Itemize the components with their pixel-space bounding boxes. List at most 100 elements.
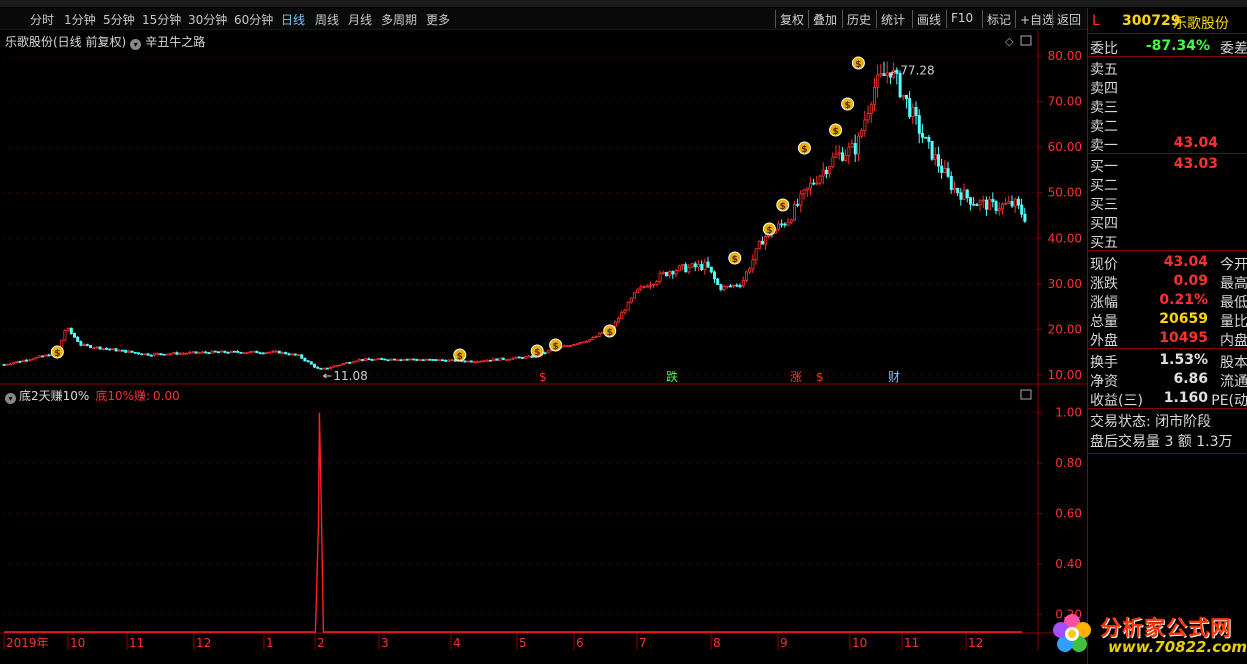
candle-body <box>863 119 867 131</box>
bid-row-2: 买三 <box>1088 193 1247 213</box>
candle-body <box>396 359 400 362</box>
candle-body <box>933 154 937 160</box>
candle-body <box>847 146 851 157</box>
candle-body <box>748 268 752 273</box>
candle-body <box>668 271 672 277</box>
candle-body <box>386 359 390 362</box>
stat-label: 现价 <box>1090 257 1118 273</box>
candle-body <box>569 345 573 347</box>
candle-body <box>793 203 797 221</box>
candle-body <box>818 175 822 184</box>
money-bag-symbol: $ <box>832 127 838 137</box>
candle-body <box>197 352 201 354</box>
candle-body <box>245 352 249 354</box>
candle-body <box>114 348 118 352</box>
ask-row-2: 卖三 <box>1088 96 1247 116</box>
x-tick-label: 3 <box>381 636 389 650</box>
candle-body <box>575 343 579 346</box>
ask-label: 卖一 <box>1090 138 1118 154</box>
candle-body <box>572 344 576 346</box>
candle-body <box>850 143 854 148</box>
x-tick-label: 10 <box>70 636 85 650</box>
candle-body <box>703 261 707 271</box>
stat2-row-1: 净资 6.86 流通 <box>1088 370 1247 390</box>
candle-body <box>988 199 992 210</box>
candle-body <box>857 135 861 155</box>
candle-body <box>252 350 256 353</box>
candle-body <box>601 331 605 334</box>
candle-body <box>825 169 829 175</box>
x-tick-label: 2 <box>317 636 325 650</box>
candle-body <box>98 346 102 350</box>
bid-row-1: 买二 <box>1088 174 1247 194</box>
maximize-icon <box>1020 35 1032 46</box>
candle-body <box>261 352 265 355</box>
candle-body <box>828 166 832 175</box>
candle-body <box>248 351 252 353</box>
candle-body <box>200 351 204 354</box>
candle-body <box>735 284 739 287</box>
ask-price: 43.04 <box>1173 135 1218 151</box>
candle-body <box>495 358 499 361</box>
y-tick-label: 70.00 <box>1048 95 1082 109</box>
x-tick-label: 10 <box>852 636 867 650</box>
candle-body <box>399 359 403 362</box>
stat2-label2: 流通 <box>1220 374 1247 390</box>
candle-body <box>1023 213 1027 222</box>
candle-body <box>274 350 278 353</box>
candle-body <box>738 285 742 288</box>
candle-body <box>687 266 691 273</box>
formula-name: 辛丑牛之路 <box>145 35 206 49</box>
candle-body <box>981 199 985 202</box>
candle-body <box>332 365 336 368</box>
chevron-down-icon[interactable]: ▾ <box>5 393 16 404</box>
indicator-value-label: 底10%赚: <box>95 389 151 403</box>
candle-body <box>924 136 928 139</box>
candle-body <box>649 284 653 287</box>
candle-body <box>357 359 361 362</box>
candle-body <box>914 107 918 117</box>
candle-body <box>879 73 883 76</box>
candle-body <box>2 364 6 366</box>
signal-marker: 涨 <box>790 369 802 384</box>
bid-label: 买一 <box>1090 159 1118 175</box>
candle-body <box>204 351 208 354</box>
candle-body <box>168 353 172 356</box>
signal-marker: 财 <box>888 370 900 384</box>
chevron-down-icon[interactable]: ▾ <box>130 39 142 50</box>
ask-label: 卖三 <box>1090 100 1118 116</box>
low-arrow-icon <box>323 373 332 379</box>
candle-body <box>674 270 678 275</box>
candle-body <box>799 193 803 206</box>
panel-divider <box>1088 250 1247 251</box>
candle-body <box>741 280 745 287</box>
stat-label2: 量比 <box>1220 314 1247 330</box>
candle-body <box>761 240 765 245</box>
candle-body <box>783 223 787 226</box>
x-tick-label: 4 <box>453 636 461 650</box>
candle-body <box>841 152 845 161</box>
candle-body <box>146 353 150 356</box>
candle-body <box>745 271 749 281</box>
candle-body <box>530 355 534 358</box>
candle-body <box>389 358 393 361</box>
candle-body <box>655 281 659 285</box>
low-price-label: 11.08 <box>333 369 367 383</box>
candle-body <box>997 208 1001 211</box>
candle-body <box>431 359 435 361</box>
candle-body <box>719 284 723 291</box>
money-bag-symbol: $ <box>844 101 850 111</box>
y-tick-label: 80.00 <box>1048 49 1082 63</box>
candle-body <box>882 73 886 76</box>
candle-body <box>498 357 502 361</box>
candle-body <box>76 336 80 342</box>
candle-body <box>681 264 685 267</box>
stock-code: 300729 <box>1122 13 1181 29</box>
candle-body <box>844 155 848 161</box>
candle-body <box>786 221 790 226</box>
stat2-label: 收益(三) <box>1090 393 1143 409</box>
candle-body <box>105 348 109 350</box>
candle-body <box>12 362 16 365</box>
candle-body <box>578 342 582 345</box>
candle-body <box>296 354 300 357</box>
